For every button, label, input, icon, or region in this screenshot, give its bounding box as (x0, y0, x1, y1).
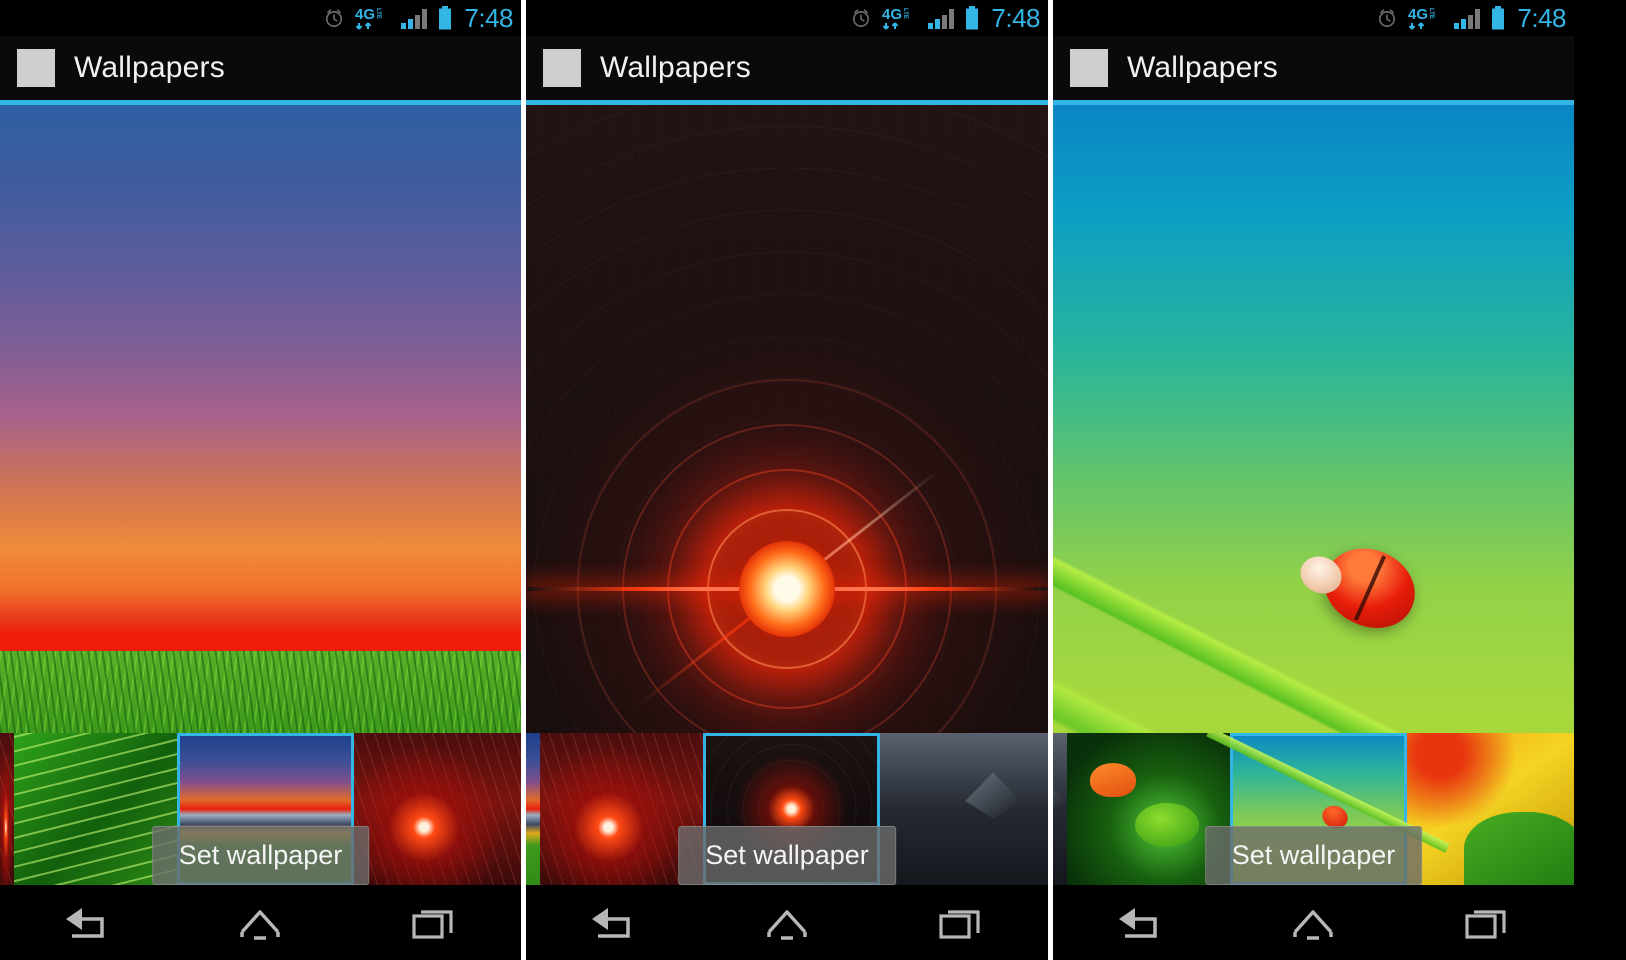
action-bar: Wallpapers (1053, 36, 1574, 100)
recents-icon[interactable] (379, 892, 489, 954)
recents-icon[interactable] (906, 892, 1016, 954)
back-icon[interactable] (1085, 892, 1195, 954)
dark-polygons-partial-thumbnail[interactable] (1053, 733, 1067, 885)
sunset-field-partial-thumbnail[interactable] (526, 733, 540, 885)
app-title: Wallpapers (1127, 51, 1278, 84)
status-bar-clock: 7:48 (464, 3, 513, 33)
svg-text:LTE: LTE (1428, 8, 1434, 19)
signal-bars-icon (400, 6, 428, 30)
phone-screen-3: 4G LTE 7:48 Wallpapers Set wallpaper (1053, 0, 1574, 960)
4g-lte-icon: 4G LTE (1408, 5, 1444, 31)
set-wallpaper-button[interactable]: Set wallpaper (151, 826, 370, 885)
autumn-leaves-thumbnail[interactable] (1407, 733, 1574, 885)
phone-screen-2: 4G LTE 7:48 Wallpapers Set wallpaper (526, 0, 1048, 960)
home-icon[interactable] (732, 892, 842, 954)
wallpapers-app-icon (543, 49, 581, 87)
navigation-bar (1053, 885, 1574, 960)
dark-polygons-thumbnail[interactable] (880, 733, 1048, 885)
status-bar: 4G LTE 7:48 (0, 0, 521, 36)
alarm-clock-icon (322, 6, 346, 30)
navigation-bar (0, 885, 521, 960)
svg-text:4G: 4G (355, 6, 375, 23)
signal-bars-icon (1453, 6, 1481, 30)
back-icon[interactable] (32, 892, 142, 954)
phone-screen-1: 4G LTE 7:48 Wallpapers Set wallpaper (0, 0, 521, 960)
app-title: Wallpapers (74, 51, 225, 84)
4g-lte-icon: 4G LTE (355, 5, 391, 31)
4g-lte-icon: 4G LTE (882, 5, 918, 31)
screenshot-triptych: 4G LTE 7:48 Wallpapers Set wallpaper 4G … (0, 0, 1626, 960)
home-icon[interactable] (205, 892, 315, 954)
red-road-partial-thumbnail[interactable] (0, 733, 14, 885)
battery-icon (964, 5, 980, 31)
signal-bars-icon (927, 6, 955, 30)
home-icon[interactable] (1258, 892, 1368, 954)
status-bar: 4G LTE 7:48 (1053, 0, 1574, 36)
svg-text:LTE: LTE (375, 8, 381, 19)
svg-text:4G: 4G (882, 6, 902, 23)
reactor-core (739, 540, 835, 637)
action-bar: Wallpapers (526, 36, 1048, 100)
status-bar: 4G LTE 7:48 (526, 0, 1048, 36)
status-bar-clock: 7:48 (991, 3, 1040, 33)
battery-icon (1490, 5, 1506, 31)
set-wallpaper-button[interactable]: Set wallpaper (678, 826, 896, 885)
svg-text:4G: 4G (1408, 6, 1428, 23)
red-road-thumbnail[interactable] (354, 733, 521, 885)
back-icon[interactable] (558, 892, 668, 954)
action-bar: Wallpapers (0, 36, 521, 100)
svg-text:LTE: LTE (902, 8, 908, 19)
alarm-clock-icon (849, 6, 873, 30)
recents-icon[interactable] (1432, 892, 1542, 954)
wallpapers-app-icon (1070, 49, 1108, 87)
alarm-clock-icon (1375, 6, 1399, 30)
app-title: Wallpapers (600, 51, 751, 84)
wallpapers-app-icon (17, 49, 55, 87)
set-wallpaper-button[interactable]: Set wallpaper (1204, 826, 1423, 885)
navigation-bar (526, 885, 1048, 960)
status-bar-clock: 7:48 (1517, 3, 1566, 33)
battery-icon (437, 5, 453, 31)
